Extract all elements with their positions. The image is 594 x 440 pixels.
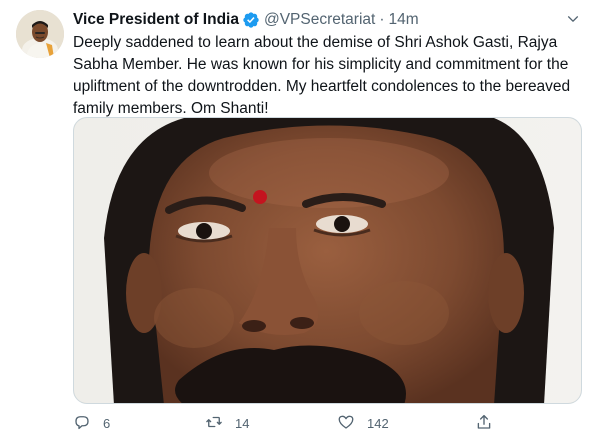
reply-icon bbox=[73, 413, 91, 434]
portrait-photo bbox=[74, 118, 581, 403]
tweet-header: Vice President of India @VPSecretariat ·… bbox=[73, 10, 419, 30]
avatar-photo bbox=[16, 10, 64, 58]
avatar[interactable] bbox=[16, 10, 64, 58]
timestamp[interactable]: 14m bbox=[389, 11, 419, 29]
reply-count: 6 bbox=[103, 415, 111, 431]
heart-icon bbox=[337, 413, 355, 434]
tweet-actions: 6 14 142 bbox=[73, 412, 583, 434]
display-name[interactable]: Vice President of India bbox=[73, 11, 239, 29]
share-icon bbox=[475, 413, 493, 434]
share-button[interactable] bbox=[475, 412, 493, 434]
tweet-text: Deeply saddened to learn about the demis… bbox=[73, 34, 571, 117]
chevron-down-icon[interactable] bbox=[565, 11, 581, 27]
retweet-count: 14 bbox=[235, 415, 250, 431]
like-count: 142 bbox=[367, 415, 389, 431]
separator-dot: · bbox=[379, 11, 385, 28]
reply-button[interactable]: 6 bbox=[73, 412, 110, 434]
verified-badge-icon bbox=[242, 11, 260, 29]
retweet-icon bbox=[205, 413, 223, 434]
handle[interactable]: @VPSecretariat bbox=[264, 11, 375, 29]
media-image[interactable] bbox=[73, 117, 582, 404]
retweet-button[interactable]: 14 bbox=[205, 412, 249, 434]
tweet[interactable]: Vice President of India @VPSecretariat ·… bbox=[0, 0, 594, 440]
like-button[interactable]: 142 bbox=[337, 412, 389, 434]
